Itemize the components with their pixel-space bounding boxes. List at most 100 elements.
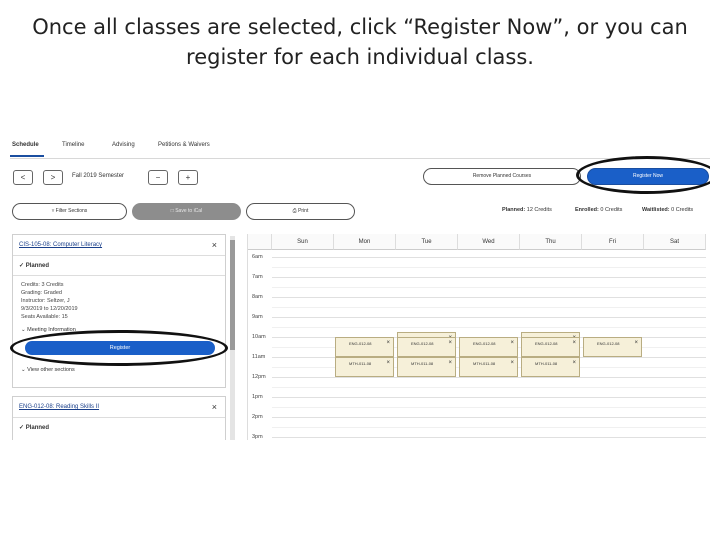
time-label: 12pm	[252, 374, 266, 380]
close-icon[interactable]: ×	[212, 402, 217, 412]
day-header-wed: Wed	[458, 234, 520, 250]
chevron-down-icon: ⌄	[21, 367, 26, 373]
remove-planned-courses-button[interactable]: Remove Planned Courses	[423, 168, 581, 185]
close-icon[interactable]: ×	[634, 340, 638, 346]
close-icon[interactable]: ×	[386, 360, 390, 366]
planned-credits: Planned: 12 Credits	[502, 207, 552, 213]
caption-line-1: Once all classes are selected, click “Re…	[32, 15, 688, 39]
print-icon: ⎙	[292, 208, 297, 214]
next-term-button[interactable]: >	[43, 170, 63, 185]
planned-status: ✓ Planned	[19, 262, 49, 269]
course-credits: Credits: 3 Credits	[21, 282, 64, 288]
close-icon[interactable]: ×	[386, 340, 390, 346]
class-code: ENG-012-08	[349, 341, 372, 346]
waitlisted-credits-label: Waitlisted:	[642, 207, 670, 213]
checkmark-icon: ✓	[19, 263, 25, 269]
planned-courses-panel: CIS-105-08: Computer Literacy × ✓ Planne…	[10, 234, 236, 440]
tab-advising[interactable]: Advising	[112, 142, 135, 148]
planned-credits-value: 12 Credits	[526, 207, 552, 213]
print-label: Print	[298, 208, 309, 214]
tab-schedule[interactable]: Schedule	[12, 142, 39, 148]
close-icon[interactable]: ×	[510, 340, 514, 346]
half-hour-gridline	[272, 287, 706, 288]
course-card-eng-012: ENG-012-08: Reading Skills II × ✓ Planne…	[12, 396, 226, 440]
class-meeting-block[interactable]: ENG-012-08 ×	[521, 337, 580, 357]
close-icon[interactable]: ×	[448, 360, 452, 366]
filter-sections-label: Filter Sections	[55, 208, 88, 214]
class-meeting-block[interactable]: MTH-011-08 ×	[459, 357, 518, 377]
highlight-register	[10, 330, 228, 366]
time-label: 1pm	[252, 394, 263, 400]
day-header-thu: Thu	[520, 234, 582, 250]
enrolled-credits-value: 0 Credits	[600, 207, 623, 213]
close-icon[interactable]: ×	[572, 340, 576, 346]
class-meeting-block[interactable]: ENG-012-08 ×	[335, 337, 394, 357]
save-to-ical-button[interactable]: □ Save to iCal	[132, 203, 241, 220]
half-hour-gridline	[272, 327, 706, 328]
time-label: 6am	[252, 254, 263, 260]
instruction-caption: Once all classes are selected, click “Re…	[0, 12, 720, 72]
class-code: ENG-012-08	[473, 341, 496, 346]
waitlisted-credits-value: 0 Credits	[671, 207, 694, 213]
time-label: 11am	[252, 354, 266, 360]
panel-scrollbar-thumb[interactable]	[230, 240, 235, 350]
time-label: 8am	[252, 294, 263, 300]
view-other-sections-label: View other sections	[27, 367, 75, 373]
add-term-button[interactable]: +	[178, 170, 198, 185]
half-hour-gridline	[272, 427, 706, 428]
tab-petitions-waivers[interactable]: Petitions & Waivers	[158, 142, 210, 148]
class-code: ENG-012-08	[411, 341, 434, 346]
close-icon[interactable]: ×	[212, 240, 217, 250]
class-code: ENG-012-08	[535, 341, 558, 346]
remove-term-button[interactable]: −	[148, 170, 168, 185]
previous-term-button[interactable]: <	[13, 170, 33, 185]
class-code: MTH-011-08	[411, 361, 434, 366]
active-tab-indicator	[10, 155, 44, 157]
class-code: MTH-011-08	[473, 361, 496, 366]
divider	[13, 417, 225, 418]
class-meeting-block[interactable]: MTH-011-08 ×	[521, 357, 580, 377]
hour-gridline	[272, 437, 706, 438]
enrolled-credits-label: Enrolled:	[575, 207, 599, 213]
panel-scrollbar[interactable]	[230, 236, 235, 440]
class-meeting-block[interactable]: ENG-012-08 ×	[397, 337, 456, 357]
class-code: ENG-012-08	[597, 341, 620, 346]
day-header-fri: Fri	[582, 234, 644, 250]
day-header-mon: Mon	[334, 234, 396, 250]
tab-timeline[interactable]: Timeline	[62, 142, 84, 148]
half-hour-gridline	[272, 267, 706, 268]
close-icon[interactable]: ×	[448, 340, 452, 346]
class-meeting-block[interactable]: ENG-012-08 ×	[459, 337, 518, 357]
weekly-calendar: Sun Mon Tue Wed Thu Fri Sat 6am 7am 8am 9am…	[247, 234, 708, 440]
course-title-link[interactable]: ENG-012-08: Reading Skills II	[19, 404, 99, 410]
print-button[interactable]: ⎙ Print	[246, 203, 355, 220]
class-meeting-block[interactable]: MTH-011-08 ×	[335, 357, 394, 377]
caption-line-2: register for each individual class.	[186, 45, 534, 69]
highlight-register-now	[576, 156, 710, 194]
view-other-sections-toggle[interactable]: ⌄ View other sections	[21, 367, 75, 373]
time-label: 7am	[252, 274, 263, 280]
time-label: 2pm	[252, 414, 263, 420]
planned-status-label: Planned	[25, 425, 50, 431]
time-label: 9am	[252, 314, 263, 320]
day-header-tue: Tue	[396, 234, 458, 250]
planned-status-label: Planned	[25, 263, 50, 269]
half-hour-gridline	[272, 387, 706, 388]
course-seats: Seats Available: 15	[21, 314, 68, 320]
class-meeting-block[interactable]: MTH-011-08 ×	[397, 357, 456, 377]
course-title-link[interactable]: CIS-105-08: Computer Literacy	[19, 242, 102, 248]
course-grading: Grading: Graded	[21, 290, 62, 296]
chevron-down-icon: ⌄	[21, 327, 26, 333]
class-code: MTH-011-08	[535, 361, 558, 366]
filter-icon: ▿	[51, 208, 55, 214]
class-code: MTH-011-08	[349, 361, 372, 366]
filter-sections-button[interactable]: ▿ Filter Sections	[12, 203, 127, 220]
close-icon[interactable]: ×	[510, 360, 514, 366]
class-meeting-block[interactable]: ENG-012-08 ×	[583, 337, 642, 357]
close-icon[interactable]: ×	[572, 360, 576, 366]
hour-gridline	[272, 297, 706, 298]
time-label: 3pm	[252, 434, 263, 440]
day-header-sun: Sun	[272, 234, 334, 250]
semester-label: Fall 2019 Semester	[72, 173, 125, 179]
divider	[13, 275, 225, 276]
